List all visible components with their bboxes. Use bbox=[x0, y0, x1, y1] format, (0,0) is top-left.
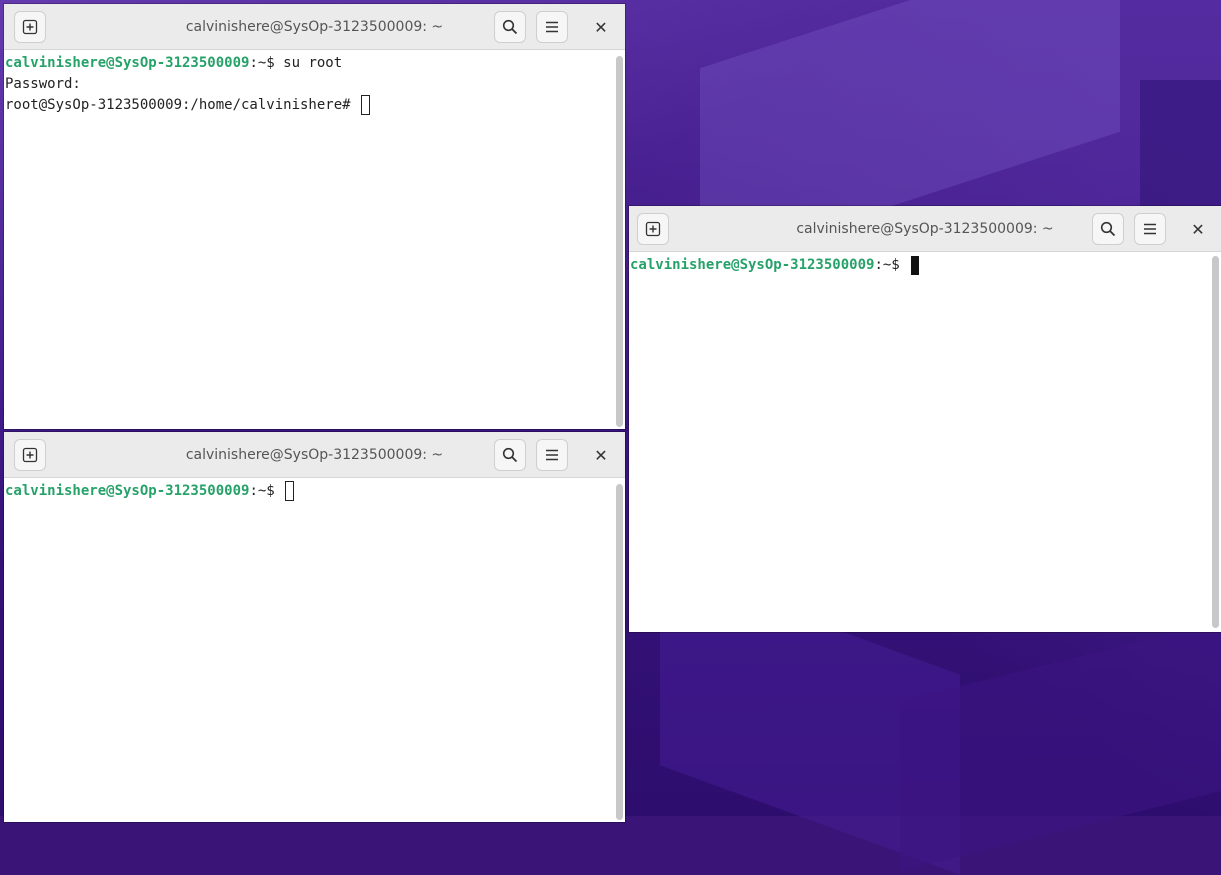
prompt-command: :~$ bbox=[874, 257, 909, 273]
terminal-cursor bbox=[361, 95, 371, 115]
prompt-command: :~$ bbox=[249, 483, 284, 499]
title-bar[interactable]: calvinishere@SysOp-3123500009: ~ ✕ bbox=[4, 432, 625, 478]
terminal-window-bottom-left[interactable]: calvinishere@SysOp-3123500009: ~ ✕ calvi… bbox=[4, 432, 625, 822]
new-tab-icon bbox=[645, 221, 661, 237]
close-button[interactable]: ✕ bbox=[585, 11, 617, 43]
wallpaper-shape bbox=[1140, 80, 1221, 220]
menu-button[interactable] bbox=[1134, 213, 1166, 245]
new-tab-button[interactable] bbox=[637, 213, 669, 245]
search-icon bbox=[502, 447, 518, 463]
window-title: calvinishere@SysOp-3123500009: ~ bbox=[796, 221, 1054, 237]
prompt-user-host: calvinishere@SysOp-3123500009 bbox=[5, 55, 250, 71]
close-button[interactable]: ✕ bbox=[585, 439, 617, 471]
prompt-user-host: calvinishere@SysOp-3123500009 bbox=[5, 483, 250, 499]
terminal-line: Password: bbox=[5, 76, 81, 92]
terminal-line: root@SysOp-3123500009:/home/calvinishere… bbox=[5, 95, 613, 116]
search-button[interactable] bbox=[494, 439, 526, 471]
terminal-window-right[interactable]: calvinishere@SysOp-3123500009: ~ ✕ calvi… bbox=[629, 206, 1221, 632]
scrollbar[interactable] bbox=[616, 484, 623, 820]
menu-button[interactable] bbox=[536, 439, 568, 471]
close-icon: ✕ bbox=[594, 445, 608, 465]
prompt-user-host: calvinishere@SysOp-3123500009 bbox=[630, 257, 875, 273]
terminal-cursor bbox=[285, 481, 295, 501]
terminal-line: calvinishere@SysOp-3123500009:~$ bbox=[5, 481, 613, 502]
hamburger-menu-icon bbox=[546, 21, 558, 33]
search-icon bbox=[502, 19, 518, 35]
title-bar[interactable]: calvinishere@SysOp-3123500009: ~ ✕ bbox=[4, 4, 625, 50]
scrollbar[interactable] bbox=[1212, 256, 1219, 628]
close-icon: ✕ bbox=[594, 17, 608, 37]
wallpaper-shape bbox=[900, 618, 1221, 872]
close-icon: ✕ bbox=[1191, 219, 1205, 239]
search-button[interactable] bbox=[494, 11, 526, 43]
search-icon bbox=[1100, 221, 1116, 237]
new-tab-icon bbox=[22, 447, 38, 463]
root-prompt: root@SysOp-3123500009:/home/calvinishere… bbox=[5, 97, 360, 113]
window-title: calvinishere@SysOp-3123500009: ~ bbox=[185, 19, 444, 35]
window-title: calvinishere@SysOp-3123500009: ~ bbox=[185, 447, 444, 463]
new-tab-button[interactable] bbox=[14, 439, 46, 471]
terminal-output[interactable]: calvinishere@SysOp-3123500009:~$ bbox=[629, 253, 1209, 632]
hamburger-menu-icon bbox=[1144, 223, 1156, 235]
new-tab-button[interactable] bbox=[14, 11, 46, 43]
search-button[interactable] bbox=[1092, 213, 1124, 245]
menu-button[interactable] bbox=[536, 11, 568, 43]
prompt-command: :~$ su root bbox=[249, 55, 343, 71]
terminal-line: calvinishere@SysOp-3123500009:~$ bbox=[630, 255, 1209, 276]
scrollbar[interactable] bbox=[616, 56, 623, 427]
close-button[interactable]: ✕ bbox=[1182, 213, 1214, 245]
terminal-cursor bbox=[911, 255, 920, 275]
terminal-output[interactable]: calvinishere@SysOp-3123500009:~$ bbox=[4, 479, 613, 822]
hamburger-menu-icon bbox=[546, 449, 558, 461]
terminal-window-top-left[interactable]: calvinishere@SysOp-3123500009: ~ ✕ calvi… bbox=[4, 4, 625, 429]
new-tab-icon bbox=[22, 19, 38, 35]
terminal-line: calvinishere@SysOp-3123500009:~$ su root bbox=[5, 53, 613, 74]
title-bar[interactable]: calvinishere@SysOp-3123500009: ~ ✕ bbox=[629, 206, 1221, 252]
terminal-output[interactable]: calvinishere@SysOp-3123500009:~$ su root… bbox=[4, 51, 613, 429]
